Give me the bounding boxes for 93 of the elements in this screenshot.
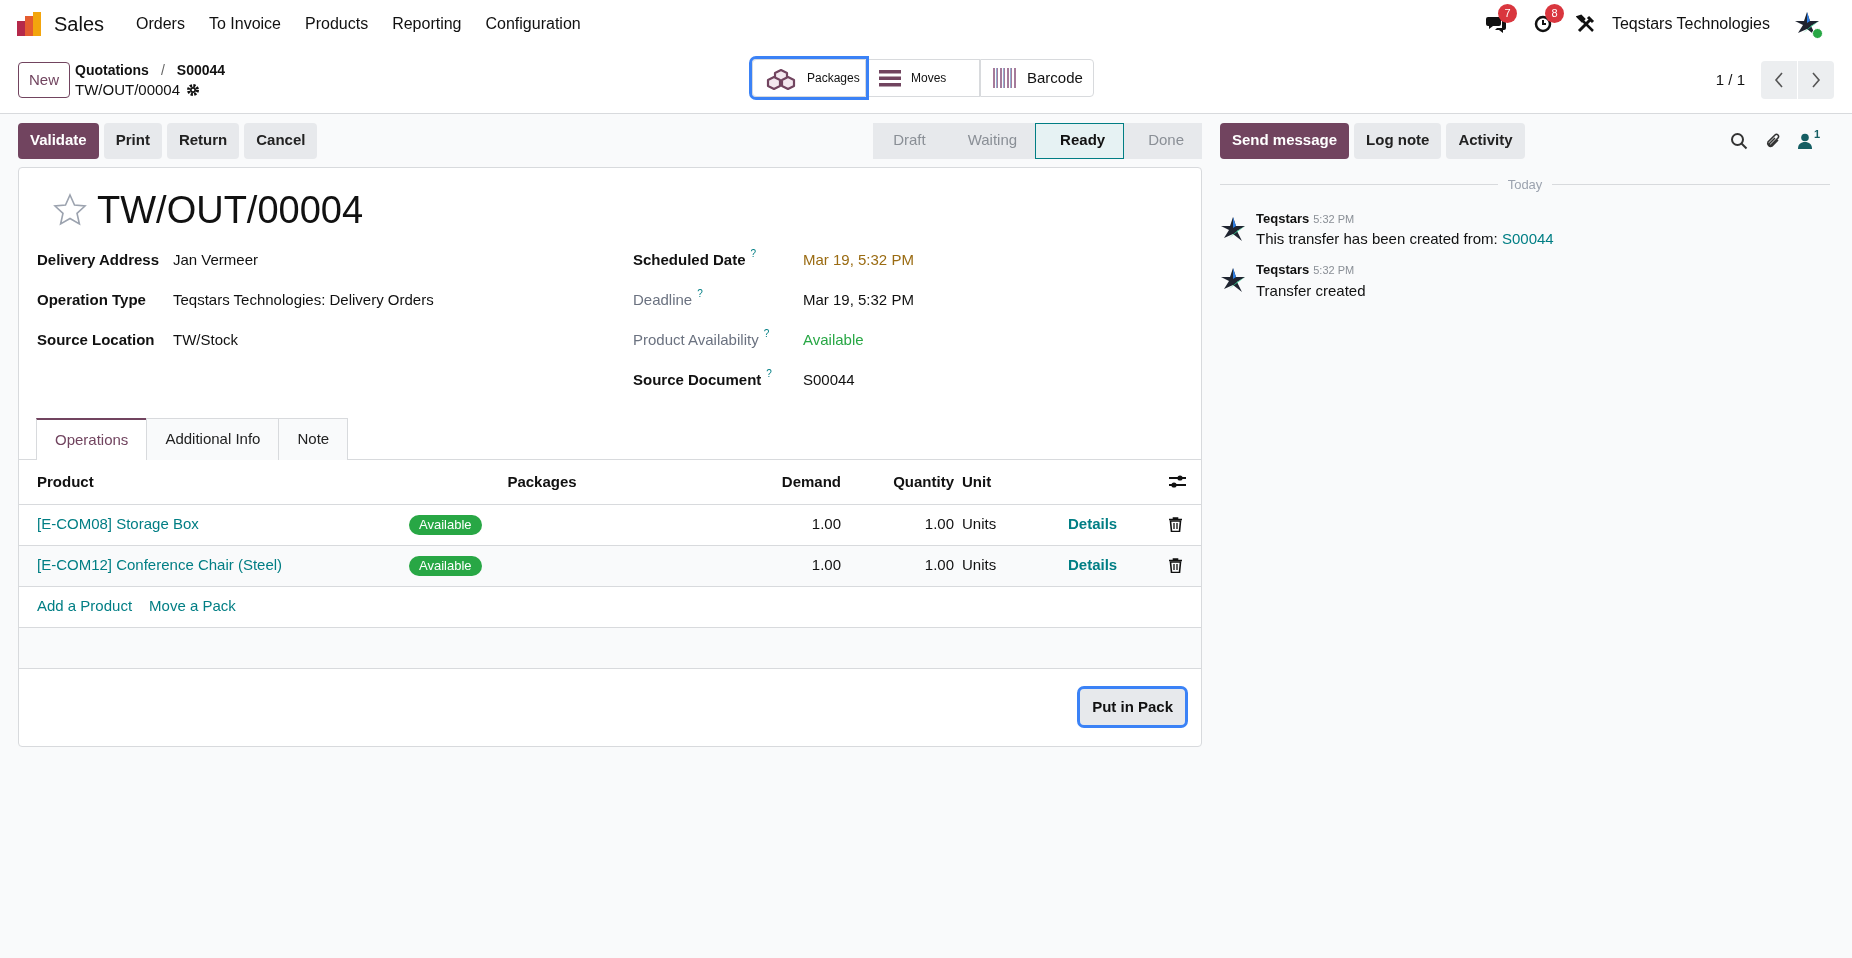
form-tab[interactable]: Note [278,418,349,460]
field-label: Delivery Address [37,250,159,270]
table-cell: 1.00 [849,545,962,586]
menu-item[interactable]: Reporting [380,11,474,36]
new-button[interactable]: New [18,62,70,98]
chat-icon[interactable] [1485,14,1506,33]
form-tab[interactable]: Operations [36,418,148,460]
message-author: Teqstars [1256,261,1310,279]
barcode-smart-button[interactable]: Barcode [980,59,1094,97]
add-line-link[interactable]: Add a Product [37,595,133,618]
moves-smart-button[interactable]: Moves [866,59,980,97]
action-button[interactable]: Return [166,122,240,159]
date-separator: Today [1506,176,1544,194]
menu-item[interactable]: Products [293,11,381,36]
field-value[interactable]: S00044 [803,370,855,390]
packages-smart-button[interactable]: Packages [752,59,866,97]
availability-status: Available [409,515,482,536]
notification-badge: 7 [1497,3,1517,23]
help-tooltip-icon[interactable]: ? [697,288,703,299]
table-cell: 1.00 [849,504,962,545]
menu-item[interactable]: To Invoice [196,11,293,36]
app-logo-icon [16,10,42,37]
menu-item[interactable]: Orders [124,11,197,36]
record-title: TW/OUT/00004 [97,191,364,229]
message-time: 5:32 PM [1313,263,1355,278]
field-value[interactable]: Mar 19, 5:32 PM [803,250,914,270]
record-link[interactable]: S00044 [1501,230,1554,247]
column-header[interactable]: Product [19,460,392,504]
pager-value: 1 / 1 [1715,69,1745,90]
field-value[interactable]: Mar 19, 5:32 PM [803,290,914,310]
chatter-button[interactable]: Activity [1446,122,1525,159]
chevron-left-icon [1774,72,1784,88]
message-time: 5:32 PM [1313,211,1355,227]
search-icon[interactable] [1729,131,1748,150]
notification-badge: 8 [1544,3,1564,23]
message-text: Transfer created [1256,280,1366,301]
breadcrumb-separator: / [159,61,166,80]
barcode-icon [993,68,1017,88]
message-author: Teqstars [1256,209,1310,228]
chevron-right-icon [1811,72,1821,88]
action-button[interactable]: Print [103,122,162,159]
table-cell: Units [962,545,1059,586]
details-link[interactable]: Details [1068,556,1118,574]
favorite-star-icon[interactable] [53,193,87,227]
status-stage[interactable]: Ready [1035,122,1125,159]
clock-icon[interactable] [1533,14,1552,33]
chatter-button[interactable]: Send message [1220,122,1350,159]
menu-item[interactable]: Configuration [473,11,593,36]
action-button[interactable]: Cancel [244,122,318,159]
details-link[interactable]: Details [1068,515,1118,533]
table-cell: 1.00 [692,504,849,545]
field-label: Source Document [633,370,762,390]
field-value[interactable]: Teqstars Technologies: Delivery Orders [173,290,434,310]
table-cell: Units [962,504,1059,545]
put-in-pack-button[interactable]: Put in Pack [1080,689,1185,726]
gear-icon[interactable] [186,83,201,97]
app-name[interactable]: Sales [54,8,105,39]
help-tooltip-icon[interactable]: ? [766,368,772,379]
followers-count[interactable]: 1 [1813,128,1820,140]
field-label: Deadline [633,290,693,310]
breadcrumb-link[interactable]: Quotations [75,60,149,80]
form-tab[interactable]: Additional Info [146,418,280,460]
tools-icon[interactable] [1575,13,1596,34]
trash-icon[interactable] [1169,558,1182,573]
field-label: Operation Type [37,290,146,310]
column-header[interactable]: Quantity [849,460,962,504]
field-value[interactable]: TW/Stock [173,330,238,350]
author-avatar-icon [1220,215,1246,242]
table-cell: 1.00 [692,545,849,586]
chatter-button[interactable]: Log note [1354,122,1442,159]
field-label: Scheduled Date [633,250,746,270]
message-text: This transfer has been created from: S00044 [1256,229,1554,249]
column-header[interactable]: Demand [692,460,849,504]
author-avatar-icon [1220,267,1246,293]
help-tooltip-icon[interactable]: ? [750,248,757,259]
breadcrumb-link[interactable]: S00044 [176,60,226,80]
record-name: TW/OUT/00004 [75,80,181,100]
availability-status: Available [409,556,482,577]
product-link[interactable]: [E-COM08] Storage Box [37,515,199,533]
product-link[interactable]: [E-COM12] Conference Chair (Steel) [37,556,283,574]
followers-icon[interactable] [1797,132,1812,149]
settings-sliders-icon[interactable] [1169,474,1186,490]
action-button[interactable]: Validate [18,122,99,159]
column-header[interactable]: Packages [392,460,692,504]
trash-icon[interactable] [1169,517,1182,532]
company-name[interactable]: Teqstars Technologies [1611,11,1770,36]
help-tooltip-icon[interactable]: ? [763,328,770,339]
list-icon [879,69,901,87]
column-header[interactable]: Unit [962,460,1059,504]
field-label: Source Location [37,330,155,350]
add-line-link[interactable]: Move a Pack [149,595,236,618]
field-value[interactable]: Jan Vermeer [173,250,259,270]
field-label: Product Availability [633,330,759,350]
